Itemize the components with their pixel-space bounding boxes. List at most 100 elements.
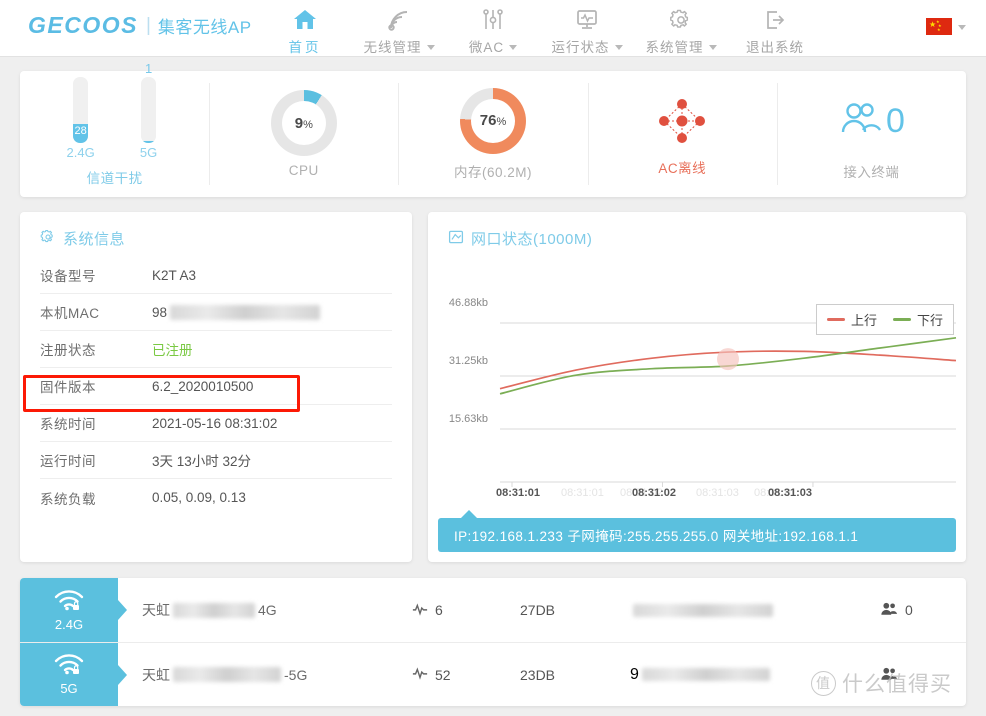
chevron-down-icon	[509, 44, 518, 50]
gear-icon	[668, 6, 694, 33]
legend-swatch-upload	[826, 318, 845, 321]
ssid-users-24g: 0	[880, 601, 913, 619]
nav-label-home: 首页	[289, 36, 322, 56]
legend-item-upload[interactable]: 上行	[826, 310, 877, 329]
ssid-mac-5g: 9	[630, 666, 880, 684]
masked-value	[633, 603, 773, 617]
user-icon	[880, 601, 898, 619]
interference-bars: 28 2.4G 1 5G	[67, 61, 160, 160]
page-root: GECOOS | 集客无线AP 首页 无线管理 微AC 运行状态 系统管理 退出…	[0, 0, 986, 716]
nav-item-system[interactable]: 系统管理	[634, 3, 728, 56]
nav-label-ac: 微AC	[469, 36, 518, 56]
cpu-caption: CPU	[288, 163, 319, 178]
wifi-lock-icon	[53, 589, 85, 616]
stat-channel-interference[interactable]: 28 2.4G 1 5G 信道干扰	[20, 61, 209, 197]
table-row: 运行时间 3天 13小时 32分	[40, 442, 392, 479]
ssid-name-suffix-5g: -5G	[284, 666, 308, 683]
system-info-rows: 设备型号 K2T A3 本机MAC 98 注册状态 已注册 固件版本 6.2_2…	[20, 249, 412, 516]
cpu-value: 9%	[295, 115, 313, 132]
stat-cpu[interactable]: 9% CPU	[209, 71, 398, 197]
row-value-register-status: 已注册	[152, 343, 193, 358]
interference-caption: 信道干扰	[86, 170, 143, 186]
memory-caption: 内存(60.2M)	[454, 164, 533, 180]
wifi-icon	[386, 6, 412, 33]
nav-item-status[interactable]: 运行状态	[540, 3, 634, 56]
main-nav: 首页 无线管理 微AC 运行状态 系统管理 退出系统	[258, 3, 822, 56]
ssid-channel-value-5g: 52	[435, 666, 451, 683]
ssid-name-prefix-24g: 天虹	[142, 602, 170, 618]
y-axis-tick-mid: 31.25kb	[448, 355, 488, 367]
chevron-down-icon	[708, 44, 717, 50]
signal-icon	[412, 666, 428, 683]
sliders-icon	[480, 6, 506, 33]
row-value-mac: 98	[152, 304, 323, 320]
row-label-system-time: 系统时间	[40, 417, 96, 432]
list-item[interactable]: 2.4G 天虹 4G 6 27DB 0	[20, 578, 966, 642]
masked-value	[641, 668, 770, 681]
row-label-uptime: 运行时间	[40, 454, 96, 469]
x-axis-tick-3: 08:31:03	[768, 487, 813, 499]
x-axis-tick-ghost-3: 08:31:03	[696, 487, 739, 499]
ssid-mac-prefix-5g: 9	[630, 665, 639, 683]
ssid-users-count-24g: 0	[905, 602, 913, 618]
stat-memory[interactable]: 76% 内存(60.2M)	[398, 71, 587, 197]
masked-value	[173, 667, 281, 682]
interference-24g-label: 2.4G	[66, 144, 95, 160]
chevron-down-icon	[426, 44, 435, 50]
interference-bar-24g: 28 2.4G	[66, 61, 95, 160]
interference-24g-value: 28	[74, 125, 87, 138]
x-axis-tick-2: 08:31:02	[632, 487, 677, 499]
nav-item-home[interactable]: 首页	[258, 3, 352, 56]
language-switcher[interactable]: ★ ★ ★ ★	[926, 18, 966, 35]
user-icon	[880, 666, 898, 684]
nav-text-home: 首页	[288, 40, 322, 55]
terminals-count: 0	[885, 101, 905, 140]
table-row: 注册状态 已注册	[40, 331, 392, 368]
ssid-band-label-24g: 2.4G	[54, 616, 84, 632]
chart-legend[interactable]: 上行 下行	[815, 304, 954, 335]
interference-24g-fill: 28	[73, 124, 89, 143]
stats-summary-card: 28 2.4G 1 5G 信道干扰 9% CPU 76% 内存(60.2M) A…	[20, 61, 966, 197]
ssid-list: 2.4G 天虹 4G 6 27DB 0 5G 天虹 -5G 52 23DB 9 …	[20, 578, 966, 706]
chevron-down-icon	[958, 25, 966, 30]
nav-item-logout[interactable]: 退出系统	[728, 3, 822, 56]
nav-label-wireless: 无线管理	[364, 36, 435, 56]
row-label-load: 系统负载	[40, 491, 96, 507]
nav-label-logout: 退出系统	[746, 36, 804, 56]
row-label-device-model: 设备型号	[40, 269, 96, 284]
table-row: 设备型号 K2T A3	[40, 257, 392, 294]
row-value-firmware: 6.2_2020010500	[152, 378, 254, 394]
row-value-system-time: 2021-05-16 08:31:02	[152, 415, 278, 431]
table-row: 系统负载 0.05, 0.09, 0.13	[40, 479, 392, 516]
nav-item-ac[interactable]: 微AC	[446, 3, 540, 56]
list-item[interactable]: 5G 天虹 -5G 52 23DB 9	[20, 642, 966, 706]
table-row: 本机MAC 98	[40, 294, 392, 331]
gear-icon	[40, 229, 56, 249]
system-info-title: 系统信息	[20, 212, 412, 249]
legend-label-upload: 上行	[850, 313, 877, 328]
ssid-name-5g: 天虹 -5G	[142, 665, 412, 685]
ssid-band-badge-5g: 5G	[20, 642, 127, 706]
nav-label-status: 运行状态	[552, 36, 623, 56]
interference-5g-track	[141, 76, 157, 143]
row-label-register-status: 注册状态	[40, 343, 96, 358]
interference-5g-fill	[141, 141, 157, 143]
masked-value	[173, 602, 255, 618]
ssid-channel-24g: 6	[412, 602, 520, 619]
network-port-title-text: 网口状态(1000M)	[471, 231, 593, 248]
chevron-down-icon	[614, 44, 623, 50]
signal-icon	[412, 602, 428, 619]
traffic-chart: 上行 下行 46.88kb 31.25kb 15.63kb 08:31:01 0…	[428, 254, 966, 514]
memory-value: 76%	[480, 112, 506, 129]
cpu-unit: %	[303, 118, 313, 131]
stat-ac-offline[interactable]: AC离线	[587, 71, 777, 197]
ssid-channel-5g: 52	[412, 666, 520, 683]
memory-donut-chart: 76%	[460, 87, 526, 154]
legend-item-download[interactable]: 下行	[892, 310, 943, 329]
stat-terminals[interactable]: 0 接入终端	[776, 71, 966, 197]
row-value-uptime: 3天 13小时 32分	[152, 454, 252, 469]
ac-caption: AC离线	[658, 160, 707, 176]
nav-item-wireless[interactable]: 无线管理	[352, 3, 446, 56]
ip-info-bar: IP:192.168.1.233 子网掩码:255.255.255.0 网关地址…	[438, 510, 956, 552]
network-port-title: 网口状态(1000M)	[428, 212, 966, 249]
